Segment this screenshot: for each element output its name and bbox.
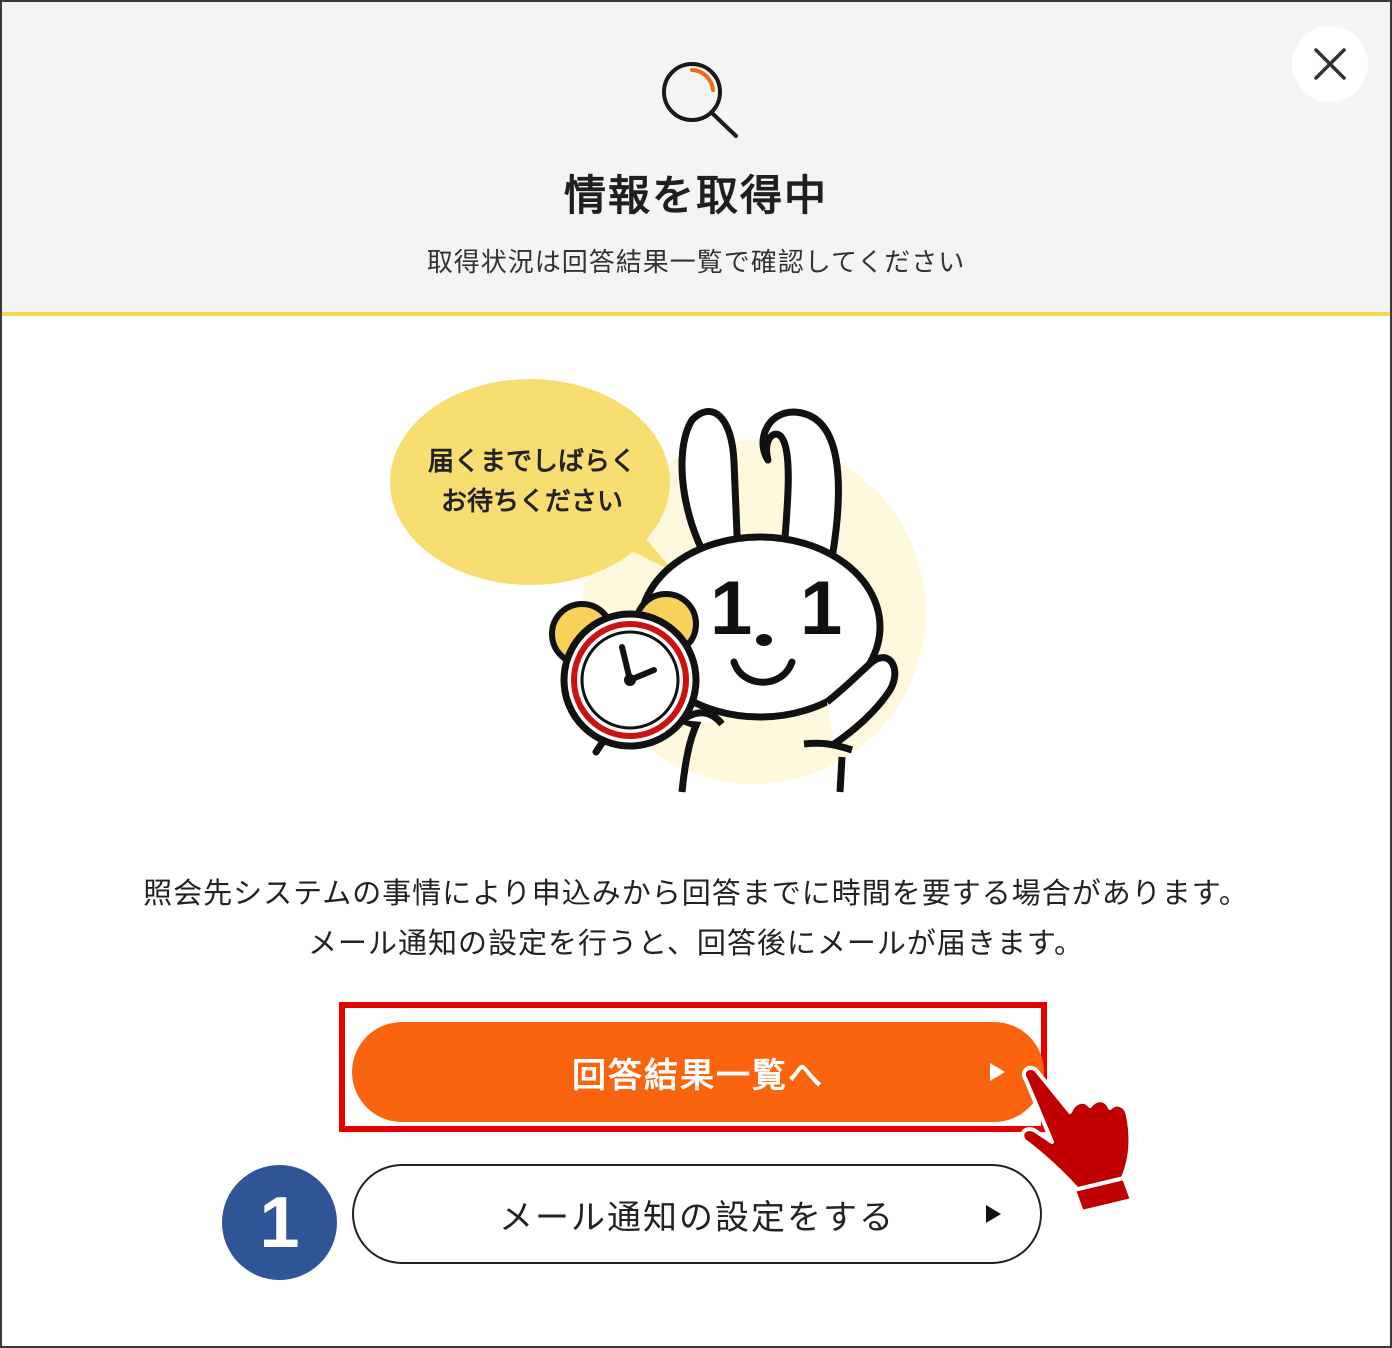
email-notification-button[interactable]: メール通知の設定をする [352,1164,1042,1264]
step-number-badge: 1 [222,1165,337,1280]
page-title: 情報を取得中 [563,171,828,220]
play-arrow-icon [986,1205,1001,1223]
close-icon [1314,48,1346,80]
modal-dialog: 情報を取得中 取得状況は回答結果一覧で確認してください 1 1 届くまでしばらく… [0,0,1392,1348]
view-results-label: 回答結果一覧へ [572,1055,824,1096]
modal-header: 情報を取得中 取得状況は回答結果一覧で確認してください [2,2,1390,316]
view-results-button[interactable]: 回答結果一覧へ [352,1022,1044,1122]
svg-text:1: 1 [800,566,842,651]
play-arrow-icon [990,1063,1005,1081]
speech-bubble-line1: 届くまでしばらく [427,447,636,477]
speech-bubble-text: 届くまでしばらく お待ちください [402,442,662,522]
close-button[interactable] [1292,26,1368,102]
svg-text:1: 1 [710,566,752,651]
speech-bubble-line2: お待ちください [440,487,623,517]
mascot-illustration: 1 1 [390,379,926,793]
search-icon [662,62,738,138]
hand-pointer-icon [1020,1065,1134,1212]
info-message-line1: 照会先システムの事情により申込みから回答までに時間を要する場合があります。 [143,876,1249,910]
page-subtitle: 取得状況は回答結果一覧で確認してください [426,248,966,278]
info-message-line2: メール通知の設定を行うと、回答後にメールが届きます。 [308,926,1084,960]
email-notification-label: メール通知の設定をする [499,1197,895,1238]
